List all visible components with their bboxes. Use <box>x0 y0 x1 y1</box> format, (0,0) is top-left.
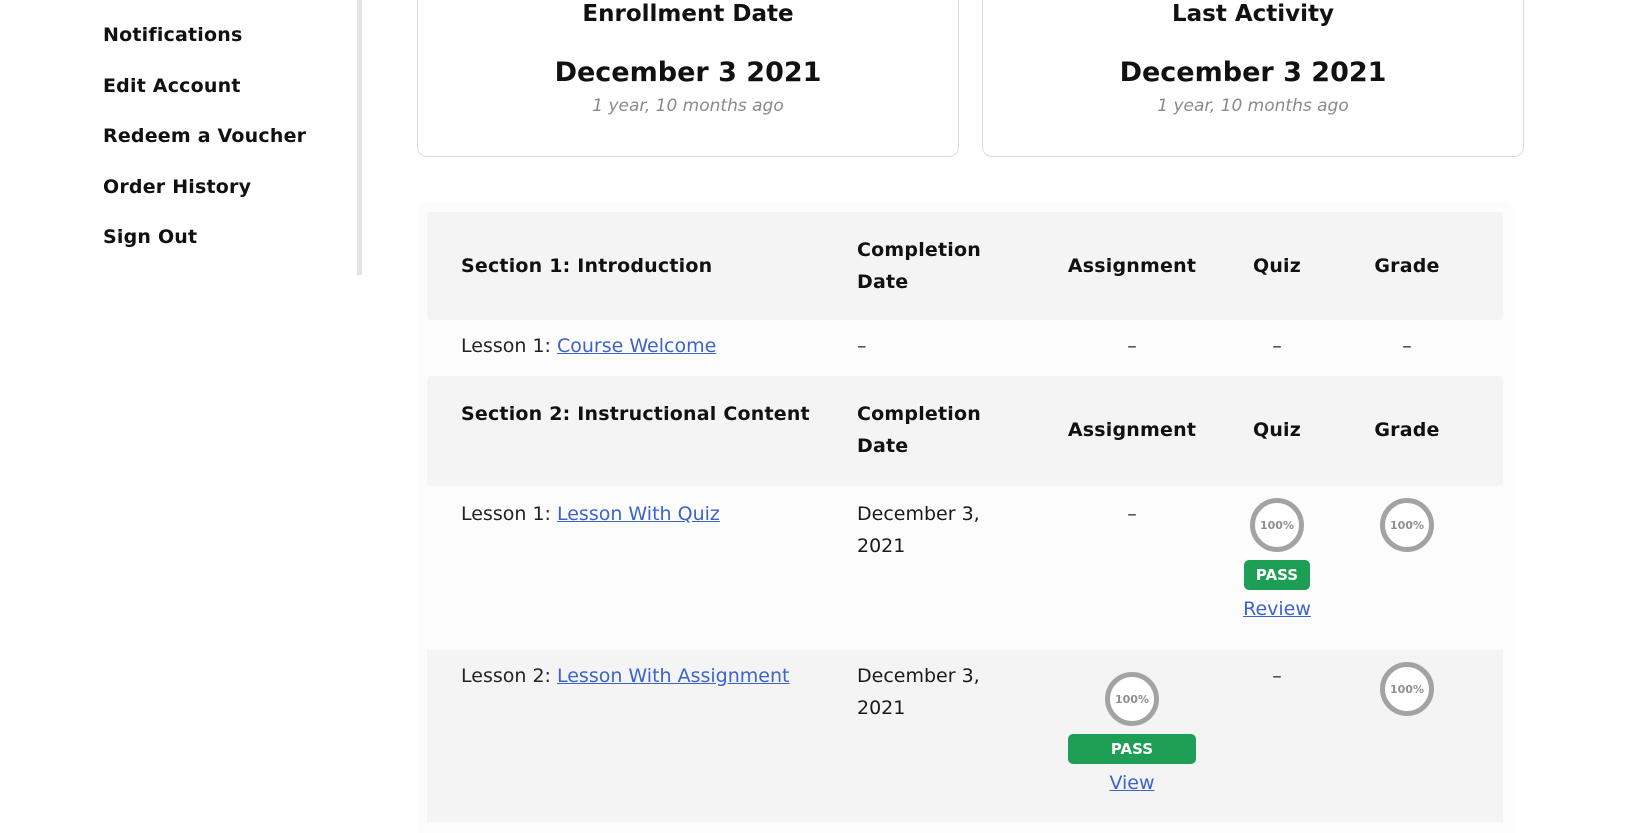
quiz-cell: – <box>1272 335 1282 357</box>
lesson-title-cell: Lesson 1: Lesson With Quiz <box>461 498 821 530</box>
table-row: Lesson 2: Lesson With Assignment Decembe… <box>427 650 1503 822</box>
last-activity-card: Last Activity December 3 2021 1 year, 10… <box>982 0 1524 157</box>
column-header-quiz: Quiz <box>1252 419 1302 441</box>
completion-date: December 3, 2021 <box>857 665 980 719</box>
assignment-score-ring: 100% <box>1105 672 1159 726</box>
lesson-title-cell: Lesson 1: Course Welcome <box>461 330 821 362</box>
column-header-grade: Grade <box>1374 419 1440 441</box>
section-header-row: Section 1: Introduction Completion Date … <box>427 212 1503 320</box>
grade-result: 100% <box>1367 498 1447 552</box>
grade-cell: – <box>1402 335 1412 357</box>
table-row: Lesson 1: Course Welcome – – – – <box>427 320 1503 376</box>
assignment-view-link[interactable]: View <box>1109 767 1154 799</box>
completion-date: – <box>857 335 867 357</box>
quiz-score-ring: 100% <box>1250 498 1304 552</box>
lesson-link-course-welcome[interactable]: Course Welcome <box>557 335 716 357</box>
course-progress-table: Section 1: Introduction Completion Date … <box>417 202 1513 833</box>
assignment-result: 100% PASS View <box>1057 672 1207 799</box>
column-header-assignment: Assignment <box>1067 419 1197 441</box>
sidebar-item-edit-account[interactable]: Edit Account <box>103 75 241 97</box>
last-activity-title: Last Activity <box>1171 1 1335 27</box>
sidebar-item-redeem-voucher[interactable]: Redeem a Voucher <box>103 125 306 147</box>
enrollment-date-value: December 3 2021 <box>554 57 822 88</box>
assignment-cell: – <box>1127 503 1137 525</box>
column-header-grade: Grade <box>1374 255 1440 277</box>
lesson-number: Lesson 1: <box>461 335 557 357</box>
grade-result: 100% <box>1367 662 1447 716</box>
enrollment-date-title: Enrollment Date <box>582 1 794 27</box>
column-header-assignment: Assignment <box>1067 255 1197 277</box>
column-header-completion: Completion Date <box>857 403 981 457</box>
last-activity-value: December 3 2021 <box>1119 57 1387 88</box>
quiz-cell: – <box>1272 665 1282 687</box>
sidebar-item-order-history[interactable]: Order History <box>103 176 251 198</box>
last-activity-relative: 1 year, 10 months ago <box>1157 96 1349 116</box>
account-sidebar: Notifications Edit Account Redeem a Vouc… <box>0 0 362 275</box>
lesson-number: Lesson 1: <box>461 503 557 525</box>
section-title: Section 1: Introduction <box>461 255 713 277</box>
section-title: Section 2: Instructional Content <box>461 403 810 425</box>
grade-score-ring: 100% <box>1380 498 1434 552</box>
enrollment-date-card: Enrollment Date December 3 2021 1 year, … <box>417 0 959 157</box>
assignment-cell: – <box>1127 335 1137 357</box>
table-row: Lesson 1: Lesson With Quiz December 3, 2… <box>427 486 1503 650</box>
lesson-title-cell: Lesson 2: Lesson With Assignment <box>461 660 821 692</box>
assignment-pass-badge: PASS <box>1068 734 1196 764</box>
grade-score-ring: 100% <box>1380 662 1434 716</box>
sidebar-item-sign-out[interactable]: Sign Out <box>103 226 197 248</box>
lesson-link-lesson-with-assignment[interactable]: Lesson With Assignment <box>557 665 790 687</box>
quiz-review-link[interactable]: Review <box>1243 593 1311 625</box>
quiz-pass-badge: PASS <box>1244 560 1310 590</box>
enrollment-date-relative: 1 year, 10 months ago <box>592 96 784 116</box>
quiz-result: 100% PASS Review <box>1237 498 1317 625</box>
completion-date: December 3, 2021 <box>857 503 980 557</box>
lesson-number: Lesson 2: <box>461 665 557 687</box>
column-header-completion: Completion Date <box>857 239 981 293</box>
sidebar-item-notifications[interactable]: Notifications <box>103 24 243 46</box>
section-header-row: Section 2: Instructional Content Complet… <box>427 376 1503 486</box>
column-header-quiz: Quiz <box>1252 255 1302 277</box>
lesson-link-lesson-with-quiz[interactable]: Lesson With Quiz <box>557 503 720 525</box>
